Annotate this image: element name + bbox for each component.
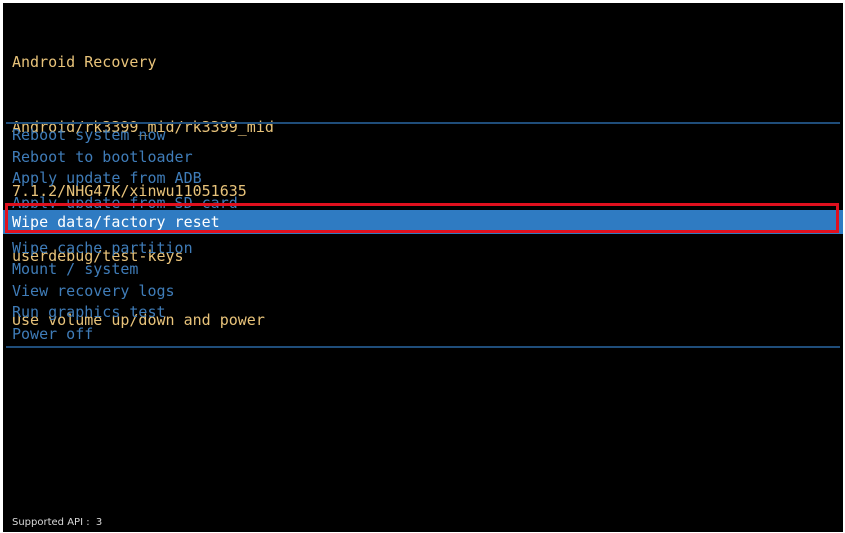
menu-item-view-logs[interactable]: View recovery logs [3, 281, 843, 303]
menu-item-mount-system[interactable]: Mount / system [3, 259, 843, 281]
menu-item-apply-update-sd[interactable]: Apply update from SD card [3, 190, 843, 208]
menu-item-reboot-system[interactable]: Reboot system now [3, 125, 843, 147]
recovery-screen: Android Recovery Android/rk3399_mid/rk33… [3, 3, 843, 532]
menu-item-apply-update-adb[interactable]: Apply update from ADB [3, 168, 843, 190]
supported-api-text: Supported API : 3 [12, 517, 103, 528]
menu-item-wipe-cache[interactable]: Wipe cache partition [3, 238, 843, 260]
menu-item-wipe-data[interactable]: Wipe data/factory reset [3, 209, 843, 234]
menu-item-reboot-bootloader[interactable]: Reboot to bootloader [3, 147, 843, 169]
menu-item-graphics-test[interactable]: Run graphics test [3, 302, 843, 324]
menu-bottom-divider [6, 346, 840, 348]
menu-top-divider [6, 122, 840, 124]
menu-item-power-off[interactable]: Power off [3, 324, 843, 346]
recovery-title: Android Recovery [12, 53, 157, 71]
recovery-menu: Reboot system now Reboot to bootloader A… [3, 125, 843, 345]
